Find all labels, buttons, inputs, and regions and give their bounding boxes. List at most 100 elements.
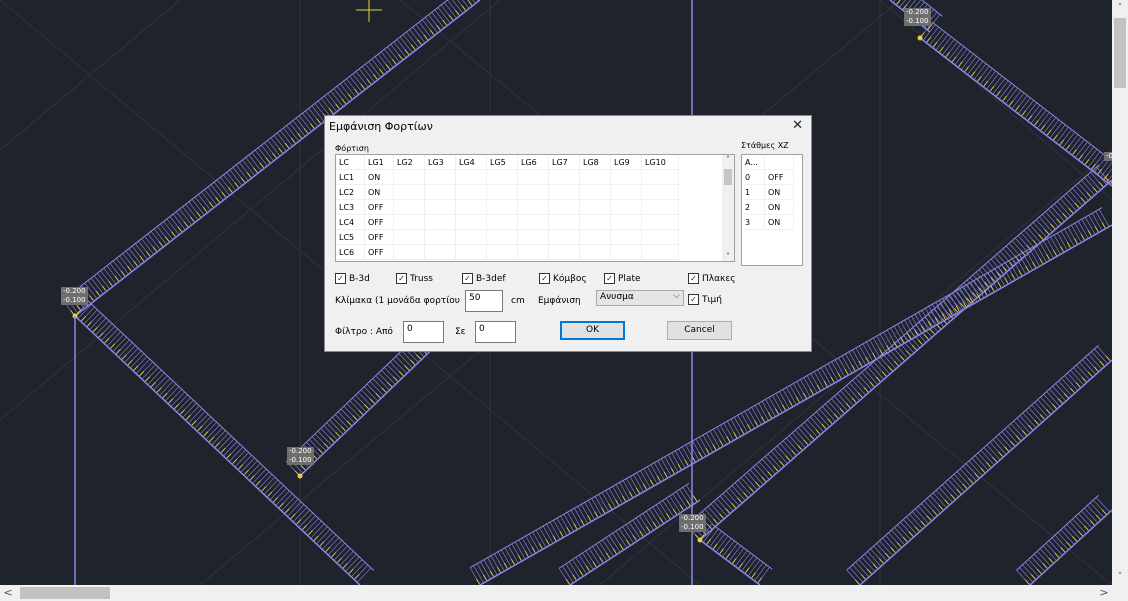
grid-cell[interactable] [486, 229, 518, 245]
grid-cell[interactable]: OFF [364, 244, 394, 260]
grid-cell[interactable] [548, 244, 580, 260]
grid-cell[interactable] [393, 199, 425, 215]
checkbox-box[interactable]: ✓ [462, 273, 473, 284]
checkbox-value[interactable]: ✓ Τιμή [688, 294, 722, 305]
scroll-thumb[interactable] [1114, 18, 1126, 88]
filter-from-input[interactable]: 0 [403, 321, 444, 343]
grid-cell[interactable] [393, 169, 425, 185]
grid-cell[interactable] [548, 229, 580, 245]
grid-scrollbar[interactable]: ˄ ˅ [722, 155, 734, 261]
filter-to-input[interactable]: 0 [475, 321, 516, 343]
grid-cell[interactable] [641, 199, 679, 215]
checkbox-box[interactable]: ✓ [688, 273, 699, 284]
checkbox-node[interactable]: ✓ Κόμβος [539, 273, 587, 284]
grid-cell[interactable]: ON [364, 184, 394, 200]
table-row[interactable]: LC1 ON [336, 169, 679, 185]
grid-cell[interactable]: ON [764, 214, 794, 230]
grid-cell[interactable] [455, 199, 487, 215]
grid-cell[interactable] [517, 214, 549, 230]
grid-cell[interactable] [455, 229, 487, 245]
grid-cell[interactable] [610, 169, 642, 185]
grid-cell[interactable] [393, 184, 425, 200]
grid-cell[interactable]: ON [364, 169, 394, 185]
scroll-down-icon[interactable]: ˅ [722, 252, 734, 261]
grid-cell[interactable] [517, 244, 549, 260]
grid-cell[interactable] [548, 169, 580, 185]
grid-cell[interactable]: LC4 [336, 214, 365, 230]
table-row[interactable]: LC4 OFF [336, 214, 679, 230]
scroll-thumb[interactable] [724, 169, 732, 185]
grid-cell[interactable] [548, 199, 580, 215]
grid-cell[interactable] [393, 214, 425, 230]
checkbox-box[interactable]: ✓ [396, 273, 407, 284]
grid-cell[interactable] [517, 184, 549, 200]
grid-cell[interactable] [486, 169, 518, 185]
scroll-up-icon[interactable]: ˄ [1112, 0, 1128, 16]
grid-cell[interactable]: 3 [742, 214, 765, 230]
grid-cell[interactable]: LC1 [336, 169, 365, 185]
grid-cell[interactable]: LC5 [336, 229, 365, 245]
table-row[interactable]: 2 ON [742, 199, 794, 215]
grid-cell[interactable] [579, 199, 611, 215]
grid-cell[interactable]: LC6 [336, 244, 365, 260]
grid-cell[interactable] [641, 244, 679, 260]
scroll-right-icon[interactable]: > [1096, 585, 1112, 601]
grid-cell[interactable] [579, 214, 611, 230]
grid-cell[interactable] [610, 229, 642, 245]
scale-input[interactable]: 50 [465, 290, 503, 312]
scroll-left-icon[interactable]: < [0, 585, 16, 601]
grid-cell[interactable] [610, 244, 642, 260]
cancel-button[interactable]: Cancel [667, 321, 732, 340]
grid-cell[interactable]: LC2 [336, 184, 365, 200]
grid-cell[interactable]: 2 [742, 199, 765, 215]
grid-cell[interactable] [424, 199, 456, 215]
grid-cell[interactable] [548, 214, 580, 230]
grid-cell[interactable] [455, 184, 487, 200]
grid-cell[interactable] [610, 184, 642, 200]
grid-cell[interactable] [455, 214, 487, 230]
display-select[interactable]: Ανυσμα ⌵ [596, 290, 684, 306]
grid-cell[interactable]: 1 [742, 184, 765, 200]
table-row[interactable]: LC2 ON [336, 184, 679, 200]
checkbox-b3d[interactable]: ✓ B-3d [335, 273, 370, 284]
grid-cell[interactable] [424, 244, 456, 260]
grid-cell[interactable] [424, 169, 456, 185]
scroll-thumb[interactable] [20, 587, 110, 599]
grid-cell[interactable] [610, 214, 642, 230]
grid-cell[interactable] [641, 229, 679, 245]
checkbox-plate[interactable]: ✓ Plate [604, 273, 641, 284]
grid-cell[interactable]: 0 [742, 169, 765, 185]
scroll-down-icon[interactable]: ˅ [1112, 569, 1128, 585]
grid-cell[interactable] [424, 229, 456, 245]
grid-cell[interactable] [455, 244, 487, 260]
vertical-scrollbar[interactable]: ˄ ˅ [1112, 0, 1128, 585]
grid-cell[interactable] [455, 169, 487, 185]
checkbox-box[interactable]: ✓ [335, 273, 346, 284]
close-icon[interactable]: ✕ [792, 118, 803, 133]
grid-cell[interactable] [517, 229, 549, 245]
grid-cell[interactable] [393, 244, 425, 260]
scroll-up-icon[interactable]: ˄ [722, 155, 734, 164]
grid-cell[interactable] [579, 229, 611, 245]
table-row[interactable]: 1 ON [742, 184, 794, 200]
checkbox-box[interactable]: ✓ [604, 273, 615, 284]
grid-cell[interactable] [548, 184, 580, 200]
grid-cell[interactable] [641, 214, 679, 230]
checkbox-slabs[interactable]: ✓ Πλακες [688, 273, 735, 284]
grid-cell[interactable]: OFF [364, 229, 394, 245]
grid-cell[interactable] [579, 169, 611, 185]
stations-grid[interactable]: A... 0 OFF 1 ON 2 ON 3 ON [741, 154, 803, 266]
horizontal-scrollbar[interactable]: < > [0, 585, 1112, 601]
checkbox-b3def[interactable]: ✓ B-3def [462, 273, 506, 284]
table-row[interactable]: LC3 OFF [336, 199, 679, 215]
grid-cell[interactable]: OFF [364, 199, 394, 215]
grid-cell[interactable]: ON [764, 184, 794, 200]
grid-cell[interactable] [517, 169, 549, 185]
grid-cell[interactable] [579, 244, 611, 260]
grid-cell[interactable] [424, 214, 456, 230]
table-row[interactable]: 0 OFF [742, 169, 794, 185]
table-row[interactable]: LC5 OFF [336, 229, 679, 245]
grid-cell[interactable] [486, 244, 518, 260]
grid-cell[interactable]: OFF [764, 169, 794, 185]
grid-cell[interactable] [393, 229, 425, 245]
